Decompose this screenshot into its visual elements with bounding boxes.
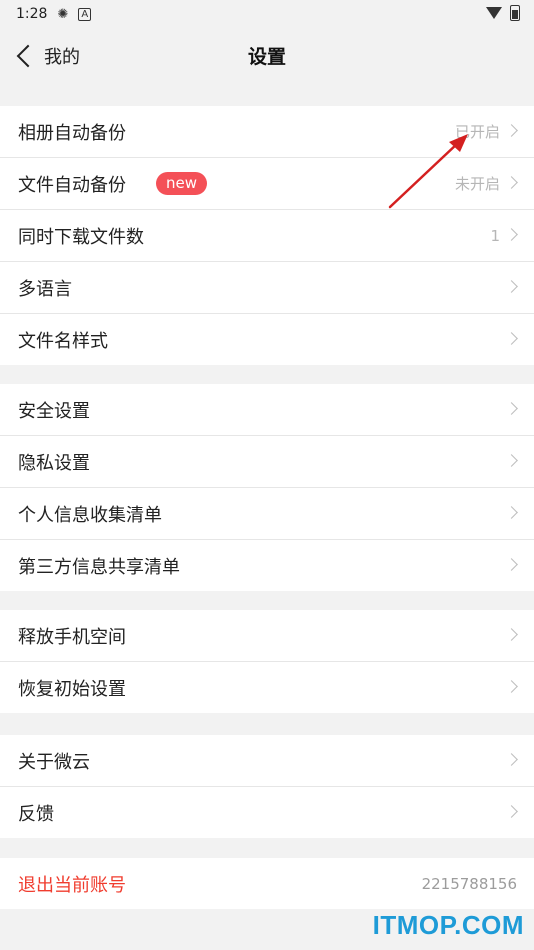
row-label: 相册自动备份 [18,122,126,144]
row-label: 恢复初始设置 [18,678,126,700]
row-third-party-sharing-list[interactable]: 第三方信息共享清单 [0,540,534,591]
row-label: 退出当前账号 [18,874,126,896]
row-value: 1 [490,226,500,245]
settings-group-account: 退出当前账号 2215788156 [0,858,534,909]
row-privacy-settings[interactable]: 隐私设置 [0,436,534,488]
chevron-right-icon [505,332,518,345]
row-label: 多语言 [18,278,72,300]
wifi-icon [486,7,502,19]
row-label: 反馈 [18,803,54,825]
row-label: 释放手机空间 [18,626,126,648]
row-value: 已开启 [454,123,500,141]
row-label: 文件自动备份 [18,174,126,196]
row-label: 隐私设置 [18,452,90,474]
row-concurrent-downloads[interactable]: 同时下载文件数 1 [0,210,534,262]
watermark: ITMOP.COM [372,910,524,940]
chevron-right-icon [505,402,518,415]
chevron-right-icon [505,506,518,519]
row-file-backup[interactable]: 文件自动备份 new 未开启 [0,158,534,210]
settings-group-about: 关于微云 反馈 [0,735,534,838]
row-value: 未开启 [454,175,500,193]
battery-icon [510,5,520,21]
chevron-right-icon [505,124,518,137]
row-label: 同时下载文件数 [18,226,144,248]
chevron-right-icon [505,628,518,641]
row-label: 安全设置 [18,400,90,422]
row-free-space[interactable]: 释放手机空间 [0,610,534,662]
row-about[interactable]: 关于微云 [0,735,534,787]
page-title: 设置 [247,46,286,68]
chevron-right-icon [505,176,518,189]
settings-group-privacy: 安全设置 隐私设置 个人信息收集清单 第三方信息共享清单 [0,384,534,591]
row-label: 关于微云 [18,751,90,773]
chevron-right-icon [505,805,518,818]
row-feedback[interactable]: 反馈 [0,787,534,838]
title-bar: 我的 设置 [0,28,534,84]
row-label: 文件名样式 [18,330,108,352]
account-id: 2215788156 [421,874,517,893]
notification-a-icon: A [78,7,92,21]
status-bar: 1:28 ✺ A [0,0,534,28]
row-filename-style[interactable]: 文件名样式 [0,314,534,365]
row-album-backup[interactable]: 相册自动备份 已开启 [0,106,534,158]
chevron-right-icon [505,753,518,766]
row-label: 第三方信息共享清单 [18,556,180,578]
row-reset-settings[interactable]: 恢复初始设置 [0,662,534,713]
logout-button[interactable]: 退出当前账号 2215788156 [0,858,534,909]
row-language[interactable]: 多语言 [0,262,534,314]
aperture-icon: ✺ [57,6,69,22]
chevron-right-icon [505,228,518,241]
settings-group-backup: 相册自动备份 已开启 文件自动备份 new 未开启 同时下载文件数 1 多语言 … [0,106,534,365]
chevron-right-icon [505,680,518,693]
new-badge: new [156,172,208,195]
settings-group-storage: 释放手机空间 恢复初始设置 [0,610,534,713]
chevron-right-icon [505,454,518,467]
row-personal-info-list[interactable]: 个人信息收集清单 [0,488,534,540]
chevron-right-icon [505,280,518,293]
row-security-settings[interactable]: 安全设置 [0,384,534,436]
status-time: 1:28 [16,6,48,22]
chevron-right-icon [505,558,518,571]
row-label: 个人信息收集清单 [18,504,162,526]
